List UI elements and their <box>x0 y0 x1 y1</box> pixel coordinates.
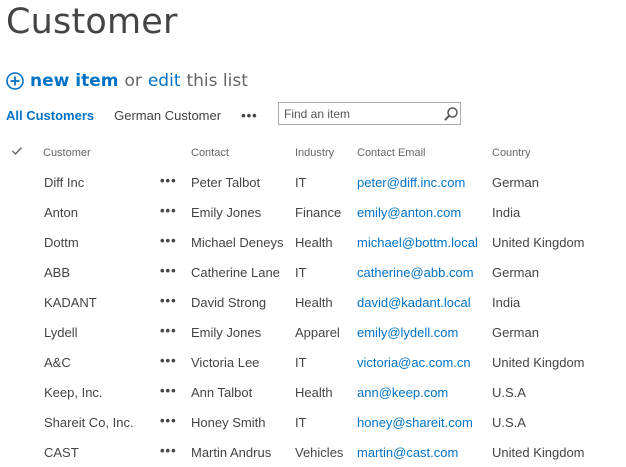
search-icon[interactable] <box>443 106 459 122</box>
contact-cell: Emily Jones <box>191 205 262 220</box>
plus-circle-icon[interactable] <box>6 72 24 90</box>
view-all-customers[interactable]: All Customers <box>6 108 94 123</box>
country-cell: India <box>492 205 521 220</box>
view-german-customer[interactable]: German Customer <box>114 108 221 123</box>
contact-email-link[interactable]: ann@keep.com <box>357 385 448 400</box>
table-row[interactable]: A&C ••• Victoria Lee IT victoria@ac.com.cn Un… <box>0 347 626 377</box>
column-header-country[interactable]: Country <box>492 147 531 159</box>
table-row[interactable]: Shareit Co, Inc. ••• Honey Smith IT honey@sh… <box>0 407 626 437</box>
new-item-link[interactable]: new item <box>30 71 118 91</box>
item-menu-button[interactable]: ••• <box>160 443 177 458</box>
contact-email-link[interactable]: honey@shareit.com <box>357 415 473 430</box>
contact-cell: Victoria Lee <box>191 355 260 370</box>
industry-cell: Vehicles <box>295 445 344 460</box>
country-cell: German <box>492 325 539 340</box>
customer-cell[interactable]: Diff Inc <box>44 175 84 190</box>
customer-cell[interactable]: Anton <box>44 205 78 220</box>
contact-cell: Martin Andrus <box>191 445 272 460</box>
contact-email-link[interactable]: david@kadant.local <box>357 295 471 310</box>
industry-cell: IT <box>295 175 307 190</box>
country-cell: German <box>492 175 539 190</box>
customer-cell[interactable]: Dottm <box>44 235 79 250</box>
industry-cell: Health <box>295 385 333 400</box>
item-menu-button[interactable]: ••• <box>160 383 177 398</box>
contact-email-link[interactable]: emily@anton.com <box>357 205 461 220</box>
column-header-contact-email[interactable]: Contact Email <box>357 147 425 159</box>
column-header-contact[interactable]: Contact <box>191 147 229 159</box>
country-cell: United Kingdom <box>492 445 585 460</box>
country-cell: United Kingdom <box>492 355 585 370</box>
page-title: Customer <box>6 2 178 42</box>
table-body: Diff Inc ••• Peter Talbot IT peter@diff.inc.… <box>0 167 626 467</box>
more-views-button[interactable]: ••• <box>241 108 258 123</box>
contact-cell: Peter Talbot <box>191 175 261 190</box>
item-menu-button[interactable]: ••• <box>160 293 177 308</box>
industry-cell: IT <box>295 265 307 280</box>
item-menu-button[interactable]: ••• <box>160 233 177 248</box>
country-cell: U.S.A <box>492 415 526 430</box>
contact-email-link[interactable]: victoria@ac.com.cn <box>357 355 471 370</box>
country-cell: United Kingdom <box>492 235 585 250</box>
contact-cell: Ann Talbot <box>191 385 253 400</box>
table-row[interactable]: KADANT ••• David Strong Health david@kadant.… <box>0 287 626 317</box>
contact-email-link[interactable]: michael@bottm.local <box>357 235 478 250</box>
item-menu-button[interactable]: ••• <box>160 203 177 218</box>
item-menu-button[interactable]: ••• <box>160 413 177 428</box>
industry-cell: Health <box>295 235 333 250</box>
view-selector: All Customers German Customer ••• <box>6 104 258 126</box>
contact-cell: Emily Jones <box>191 325 262 340</box>
table-row[interactable]: Dottm ••• Michael Deneys Health michael@bott… <box>0 227 626 257</box>
column-header-customer[interactable]: Customer <box>43 147 91 159</box>
country-cell: U.S.A <box>492 385 526 400</box>
contact-cell: Michael Deneys <box>191 235 284 250</box>
item-menu-button[interactable]: ••• <box>160 263 177 278</box>
customer-cell[interactable]: CAST <box>44 445 79 460</box>
search-box <box>278 102 461 125</box>
customer-cell[interactable]: ABB <box>44 265 70 280</box>
industry-cell: IT <box>295 415 307 430</box>
column-header-industry[interactable]: Industry <box>295 147 334 159</box>
industry-cell: Apparel <box>295 325 340 340</box>
contact-email-link[interactable]: peter@diff.inc.com <box>357 175 465 190</box>
table-row[interactable]: Keep, Inc. ••• Ann Talbot Health ann@keep.co… <box>0 377 626 407</box>
select-all-check-icon[interactable] <box>11 145 23 157</box>
contact-cell: Honey Smith <box>191 415 266 430</box>
country-cell: India <box>492 295 521 310</box>
contact-cell: David Strong <box>191 295 267 310</box>
search-input[interactable] <box>279 103 439 124</box>
customer-cell[interactable]: A&C <box>44 355 71 370</box>
or-text: or <box>124 71 142 91</box>
customer-cell[interactable]: Shareit Co, Inc. <box>44 415 134 430</box>
table-row[interactable]: ABB ••• Catherine Lane IT catherine@abb.com G… <box>0 257 626 287</box>
contact-email-link[interactable]: emily@lydell.com <box>357 325 458 340</box>
table-header: Customer Contact Industry Contact Email … <box>0 145 626 163</box>
new-item-bar: new item or edit this list <box>6 68 248 94</box>
customer-cell[interactable]: Keep, Inc. <box>44 385 103 400</box>
item-menu-button[interactable]: ••• <box>160 323 177 338</box>
table-row[interactable]: Anton ••• Emily Jones Finance emily@anton.co… <box>0 197 626 227</box>
contact-email-link[interactable]: catherine@abb.com <box>357 265 474 280</box>
industry-cell: Finance <box>295 205 342 220</box>
country-cell: German <box>492 265 539 280</box>
this-list-text: this list <box>186 71 248 91</box>
customer-cell[interactable]: Lydell <box>44 325 77 340</box>
item-menu-button[interactable]: ••• <box>160 353 177 368</box>
industry-cell: Health <box>295 295 333 310</box>
table-row[interactable]: Diff Inc ••• Peter Talbot IT peter@diff.inc.… <box>0 167 626 197</box>
customer-cell[interactable]: KADANT <box>44 295 97 310</box>
item-menu-button[interactable]: ••• <box>160 173 177 188</box>
table-row[interactable]: Lydell ••• Emily Jones Apparel emily@lydell.… <box>0 317 626 347</box>
contact-cell: Catherine Lane <box>191 265 280 280</box>
industry-cell: IT <box>295 355 307 370</box>
contact-email-link[interactable]: martin@cast.com <box>357 445 458 460</box>
table-row[interactable]: CAST ••• Martin Andrus Vehicles martin@cast.… <box>0 437 626 467</box>
edit-list-link[interactable]: edit <box>148 71 181 91</box>
